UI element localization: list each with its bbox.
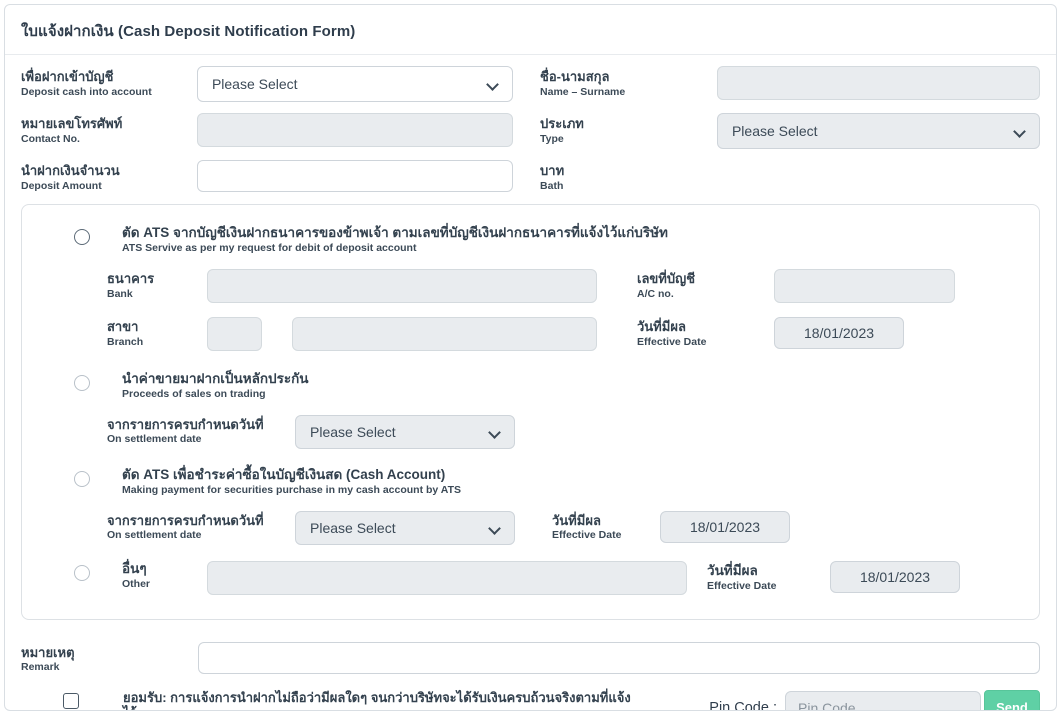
form-row-2: หมายเลขโทรศัพท์ Contact No. ประเภท Type … [5, 113, 1056, 149]
send-button[interactable]: Send [984, 690, 1040, 711]
proceeds-settlement-row: จากรายการครบกำหนดวันที่ On settlement da… [22, 415, 1039, 449]
ats-cash-settlement-row: จากรายการครบกำหนดวันที่ On settlement da… [22, 511, 1039, 545]
proceeds-label: นำค่าขายมาฝากเป็นหลักประกัน Proceeds of … [122, 371, 309, 401]
form-row-3: นำฝากเงินจำนวน Deposit Amount บาท Bath [5, 160, 1056, 192]
bank-field [207, 269, 597, 303]
ats-cash-settlement-value: Please Select [310, 520, 396, 536]
proceeds-settlement-value: Please Select [310, 424, 396, 440]
bank-label: ธนาคาร Bank [107, 269, 207, 300]
contact-no-field [197, 113, 513, 147]
deposit-account-select-value: Please Select [212, 76, 298, 92]
other-field [207, 561, 687, 595]
name-surname-field [717, 66, 1040, 100]
bank-row: ธนาคาร Bank เลขที่บัญชี A/C no. [22, 269, 1039, 303]
page-title: ใบแจ้งฝากเงิน (Cash Deposit Notification… [5, 5, 1056, 55]
effective-date-field-3 [830, 561, 960, 593]
pin-code-input[interactable] [785, 691, 981, 711]
option-ats-cash: ตัด ATS เพื่อชำระค่าซื้อในบัญชีเงินสด (C… [22, 467, 1039, 497]
branch-code-field [207, 317, 262, 351]
cash-deposit-form: ใบแจ้งฝากเงิน (Cash Deposit Notification… [4, 4, 1057, 711]
deposit-account-select[interactable]: Please Select [197, 66, 513, 102]
ats-debit-label: ตัด ATS จากบัญชีเงินฝากธนาคารของข้าพเจ้า… [122, 225, 668, 255]
chevron-down-icon [488, 79, 498, 89]
accept-pin-row: ยอมรับ: การแจ้งการนำฝากไม่ถือว่ามีผลใดๆ … [5, 690, 1056, 711]
effective-date-field-1 [774, 317, 904, 349]
deposit-account-label: เพื่อฝากเข้าบัญชี Deposit cash into acco… [21, 66, 197, 98]
accept-label: ยอมรับ: การแจ้งการนำฝากไม่ถือว่ามีผลใดๆ … [123, 690, 643, 711]
other-label: อื่นๆ Other [122, 561, 207, 591]
proceeds-settlement-select[interactable]: Please Select [295, 415, 515, 449]
effective-date-field-2 [660, 511, 790, 543]
effective-date-label-3: วันที่มีผล Effective Date [707, 561, 830, 593]
ats-debit-radio[interactable] [74, 229, 90, 245]
ats-cash-radio[interactable] [74, 471, 90, 487]
branch-name-field [292, 317, 597, 351]
remark-row: หมายเหตุ Remark [5, 642, 1056, 674]
effective-date-label-2: วันที่มีผล Effective Date [552, 511, 660, 542]
chevron-down-icon [1015, 126, 1025, 136]
deposit-amount-input[interactable] [197, 160, 513, 192]
ac-no-field [774, 269, 955, 303]
settlement-date-label-2: จากรายการครบกำหนดวันที่ On settlement da… [107, 511, 295, 542]
name-surname-label: ชื่อ-นามสกุล Name – Surname [540, 66, 717, 98]
proceeds-radio[interactable] [74, 375, 90, 391]
chevron-down-icon [490, 427, 500, 437]
pin-code-label: Pin Code : [709, 700, 777, 711]
remark-label: หมายเหตุ Remark [21, 642, 198, 674]
branch-row: สาขา Branch วันที่มีผล Effective Date [22, 317, 1039, 351]
ac-no-label: เลขที่บัญชี A/C no. [637, 269, 774, 300]
chevron-down-icon [490, 523, 500, 533]
branch-label: สาขา Branch [107, 317, 207, 348]
option-other: อื่นๆ Other วันที่มีผล Effective Date [22, 561, 1039, 595]
deposit-method-panel: ตัด ATS จากบัญชีเงินฝากธนาคารของข้าพเจ้า… [21, 204, 1040, 619]
ats-cash-label: ตัด ATS เพื่อชำระค่าซื้อในบัญชีเงินสด (C… [122, 467, 461, 497]
type-select[interactable]: Please Select [717, 113, 1040, 149]
ats-cash-settlement-select[interactable]: Please Select [295, 511, 515, 545]
option-ats-debit: ตัด ATS จากบัญชีเงินฝากธนาคารของข้าพเจ้า… [22, 225, 1039, 255]
baht-label: บาท Bath [540, 160, 717, 192]
pin-code-zone: Pin Code : Send [709, 690, 1040, 711]
type-label: ประเภท Type [540, 113, 717, 145]
accept-checkbox[interactable] [63, 693, 79, 709]
settlement-date-label-1: จากรายการครบกำหนดวันที่ On settlement da… [107, 415, 295, 446]
option-proceeds: นำค่าขายมาฝากเป็นหลักประกัน Proceeds of … [22, 371, 1039, 401]
remark-input[interactable] [198, 642, 1040, 674]
deposit-amount-label: นำฝากเงินจำนวน Deposit Amount [21, 160, 197, 192]
other-radio[interactable] [74, 565, 90, 581]
type-select-value: Please Select [732, 123, 818, 139]
contact-no-label: หมายเลขโทรศัพท์ Contact No. [21, 113, 197, 145]
effective-date-label-1: วันที่มีผล Effective Date [637, 317, 774, 348]
form-row-1: เพื่อฝากเข้าบัญชี Deposit cash into acco… [5, 66, 1056, 102]
